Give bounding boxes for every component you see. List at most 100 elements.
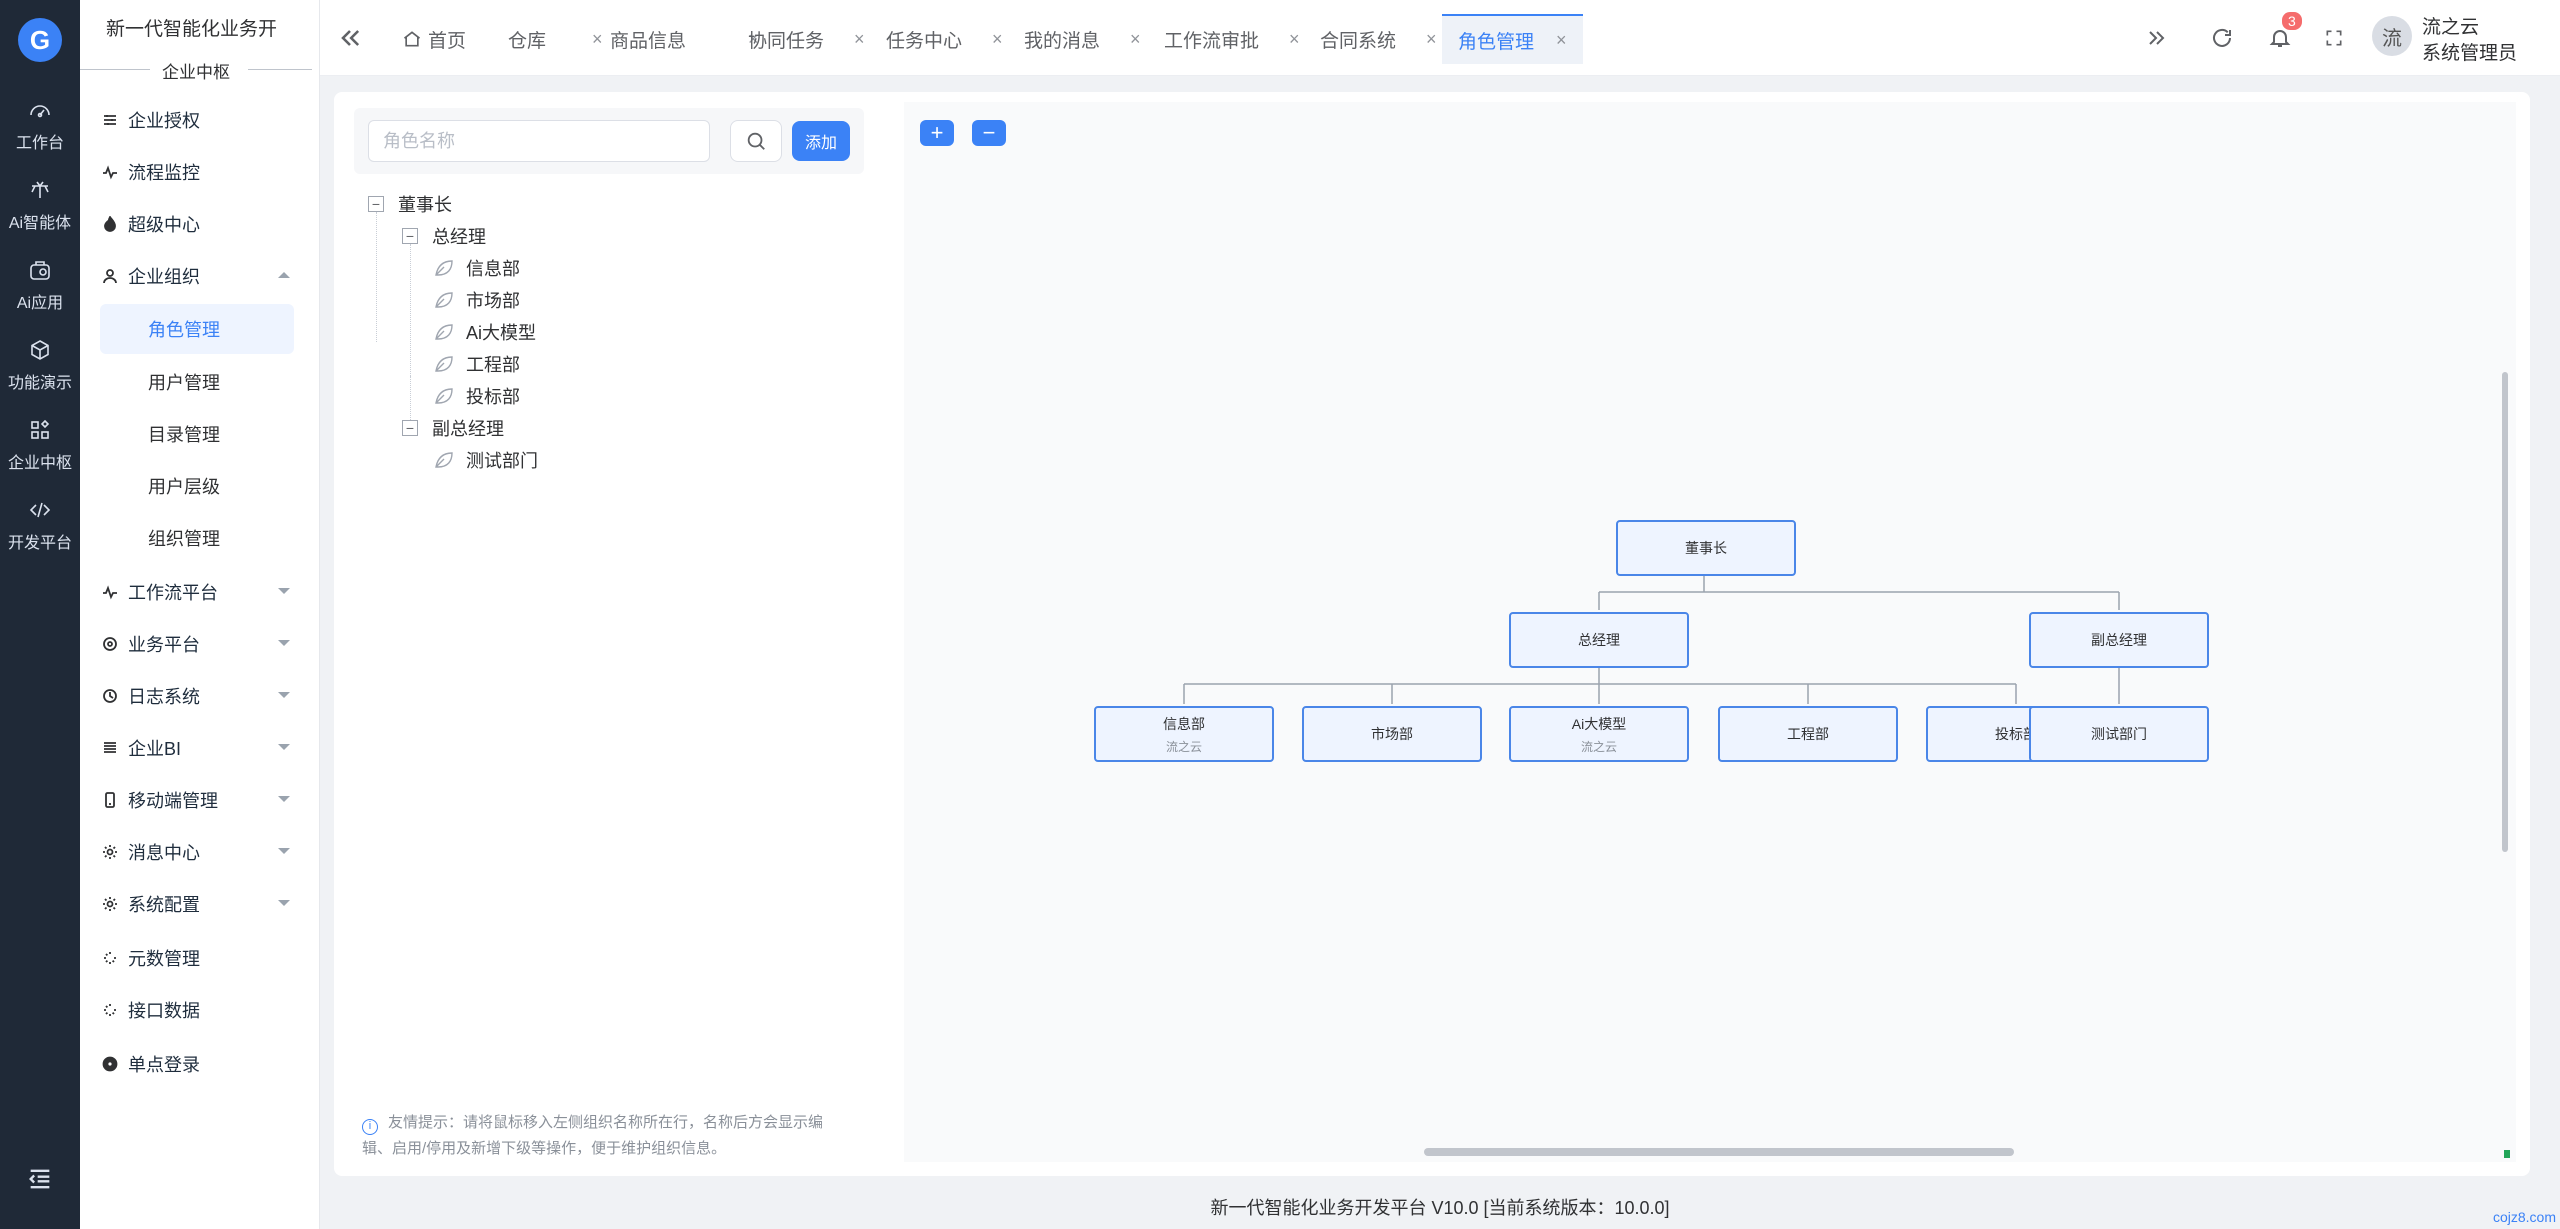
- close-icon[interactable]: ×: [1426, 29, 1437, 50]
- tab-home[interactable]: 首页: [402, 14, 466, 64]
- tab-workflow-approval[interactable]: 工作流审批 ×: [1164, 14, 1300, 64]
- rail-item-enterprise-hub[interactable]: 企业中枢: [0, 410, 80, 480]
- tree-node-leaf[interactable]: 工程部: [434, 350, 520, 378]
- menu-item-process-monitor[interactable]: 流程监控: [80, 152, 320, 192]
- vertical-scrollbar[interactable]: [2502, 372, 2508, 852]
- menu-item-super-center[interactable]: 超级中心: [80, 204, 320, 244]
- tab-task-center[interactable]: 任务中心 ×: [886, 14, 1003, 64]
- menu-item-label: 系统配置: [128, 895, 200, 915]
- tab-label: 任务中心: [886, 30, 963, 52]
- fullscreen-icon[interactable]: [2318, 22, 2350, 54]
- tree-node-leaf[interactable]: 市场部: [434, 286, 520, 314]
- notification-bell-icon[interactable]: 3: [2264, 12, 2302, 54]
- avatar[interactable]: 流: [2372, 16, 2412, 56]
- menu-subitem-org-management[interactable]: 组织管理: [100, 518, 300, 558]
- tree-node-root[interactable]: − 董事长: [368, 190, 452, 218]
- menu-item-label: 超级中心: [128, 215, 200, 235]
- notification-badge: 3: [2282, 12, 2302, 30]
- menu-item-label: 流程监控: [128, 163, 200, 183]
- collapse-toggle-icon[interactable]: −: [368, 196, 384, 212]
- loading-icon: [102, 950, 118, 966]
- tree-node-leaf[interactable]: 测试部门: [434, 446, 538, 474]
- menu-subitem-directory-management[interactable]: 目录管理: [100, 414, 300, 454]
- add-button[interactable]: 添加: [792, 121, 850, 161]
- menu-subitem-label: 用户管理: [148, 373, 220, 393]
- menu-item-sso[interactable]: 单点登录: [80, 1044, 320, 1084]
- org-node-label: 测试部门: [2091, 726, 2147, 742]
- sliders-icon: [102, 112, 118, 128]
- menu-item-interface-data[interactable]: 接口数据: [80, 990, 320, 1030]
- org-chart-canvas[interactable]: + − 董事长 总经理 副总经理 信息部 流之云 市场部 Ai大模型 流之云 工…: [904, 102, 2516, 1162]
- menu-item-label: 工作流平台: [128, 583, 218, 603]
- rail-item-workbench[interactable]: 工作台: [0, 90, 80, 160]
- tab-contract-system[interactable]: 合同系统 ×: [1320, 14, 1437, 64]
- loading-icon: [102, 1002, 118, 1018]
- leaf-icon: [434, 259, 454, 277]
- tab-role-management[interactable]: 角色管理 ×: [1442, 14, 1583, 64]
- horizontal-scrollbar[interactable]: [1424, 1148, 2014, 1156]
- menu-item-enterprise-bi[interactable]: 企业BI: [80, 728, 320, 768]
- tab-warehouse[interactable]: 仓库 ×: [508, 14, 603, 64]
- rail-item-dev-platform[interactable]: 开发平台: [0, 490, 80, 560]
- tab-my-messages[interactable]: 我的消息 ×: [1024, 14, 1141, 64]
- menu-item-label: 业务平台: [128, 635, 200, 655]
- menu-subitem-role-management[interactable]: 角色管理: [100, 304, 294, 354]
- org-node-dept[interactable]: Ai大模型 流之云: [1509, 706, 1689, 762]
- close-icon[interactable]: ×: [1130, 29, 1141, 50]
- org-node-vgm[interactable]: 副总经理: [2029, 612, 2209, 668]
- tab-product-info[interactable]: 商品信息 ×: [610, 14, 759, 64]
- rail-label: Ai智能体: [8, 215, 72, 232]
- menu-item-message-center[interactable]: 消息中心: [80, 832, 320, 872]
- refresh-icon[interactable]: [2206, 22, 2238, 54]
- status-indicator: [2504, 1150, 2510, 1158]
- app-logo: G: [18, 18, 62, 62]
- flame-icon: [102, 216, 118, 232]
- tree-node-leaf[interactable]: 投标部: [434, 382, 520, 410]
- close-icon[interactable]: ×: [592, 29, 603, 50]
- org-node-gm[interactable]: 总经理: [1509, 612, 1689, 668]
- menu-item-log-system[interactable]: 日志系统: [80, 676, 320, 716]
- collapse-toggle-icon[interactable]: −: [402, 420, 418, 436]
- menu-item-label: 企业BI: [128, 739, 182, 759]
- org-node-dept[interactable]: 工程部: [1718, 706, 1898, 762]
- user-name[interactable]: 流之云: [2422, 12, 2479, 39]
- menu-subitem-user-management[interactable]: 用户管理: [100, 362, 300, 402]
- menu-subitem-user-level[interactable]: 用户层级: [100, 466, 300, 506]
- menu-item-label: 元数管理: [128, 949, 200, 969]
- menu-item-metadata-management[interactable]: 元数管理: [80, 938, 320, 978]
- chevron-down-icon: [278, 848, 290, 854]
- close-icon[interactable]: ×: [992, 29, 1003, 50]
- close-icon[interactable]: ×: [854, 29, 865, 50]
- collapse-toggle-icon[interactable]: −: [402, 228, 418, 244]
- rail-item-ai-app[interactable]: Ai应用: [0, 250, 80, 320]
- collapse-menu-icon[interactable]: [26, 1165, 54, 1193]
- menu-item-system-config[interactable]: 系统配置: [80, 884, 320, 924]
- menu-item-mobile-management[interactable]: 移动端管理: [80, 780, 320, 820]
- menu-item-workflow-platform[interactable]: 工作流平台: [80, 572, 320, 612]
- tab-collab-task[interactable]: 协同任务 ×: [748, 14, 865, 64]
- double-chevron-left-icon[interactable]: [336, 24, 366, 54]
- chevron-down-icon: [278, 692, 290, 698]
- tree-node-gm[interactable]: − 总经理: [402, 222, 486, 250]
- role-name-search-input[interactable]: [368, 120, 710, 162]
- tab-label: 协同任务: [748, 30, 825, 52]
- search-button[interactable]: [730, 120, 782, 162]
- org-node-root[interactable]: 董事长: [1616, 520, 1796, 576]
- menu-item-label: 移动端管理: [128, 791, 218, 811]
- tree-node-leaf[interactable]: Ai大模型: [434, 318, 536, 346]
- menu-item-enterprise-auth[interactable]: 企业授权: [80, 100, 320, 140]
- rail-item-demo[interactable]: 功能演示: [0, 330, 80, 400]
- gear-icon: [102, 844, 118, 860]
- org-node-dept[interactable]: 信息部 流之云: [1094, 706, 1274, 762]
- rail-item-ai-agent[interactable]: Ai智能体: [0, 170, 80, 240]
- menu-item-business-platform[interactable]: 业务平台: [80, 624, 320, 664]
- org-node-dept[interactable]: 测试部门: [2029, 706, 2209, 762]
- tree-node-vgm[interactable]: − 副总经理: [402, 414, 504, 442]
- close-icon[interactable]: ×: [1556, 30, 1567, 51]
- double-chevron-right-icon[interactable]: [2140, 22, 2172, 54]
- menu-item-enterprise-org[interactable]: 企业组织: [80, 256, 320, 296]
- tree-node-leaf[interactable]: 信息部: [434, 254, 520, 282]
- tree-node-label: 董事长: [398, 195, 452, 215]
- close-icon[interactable]: ×: [1289, 29, 1300, 50]
- org-node-dept[interactable]: 市场部: [1302, 706, 1482, 762]
